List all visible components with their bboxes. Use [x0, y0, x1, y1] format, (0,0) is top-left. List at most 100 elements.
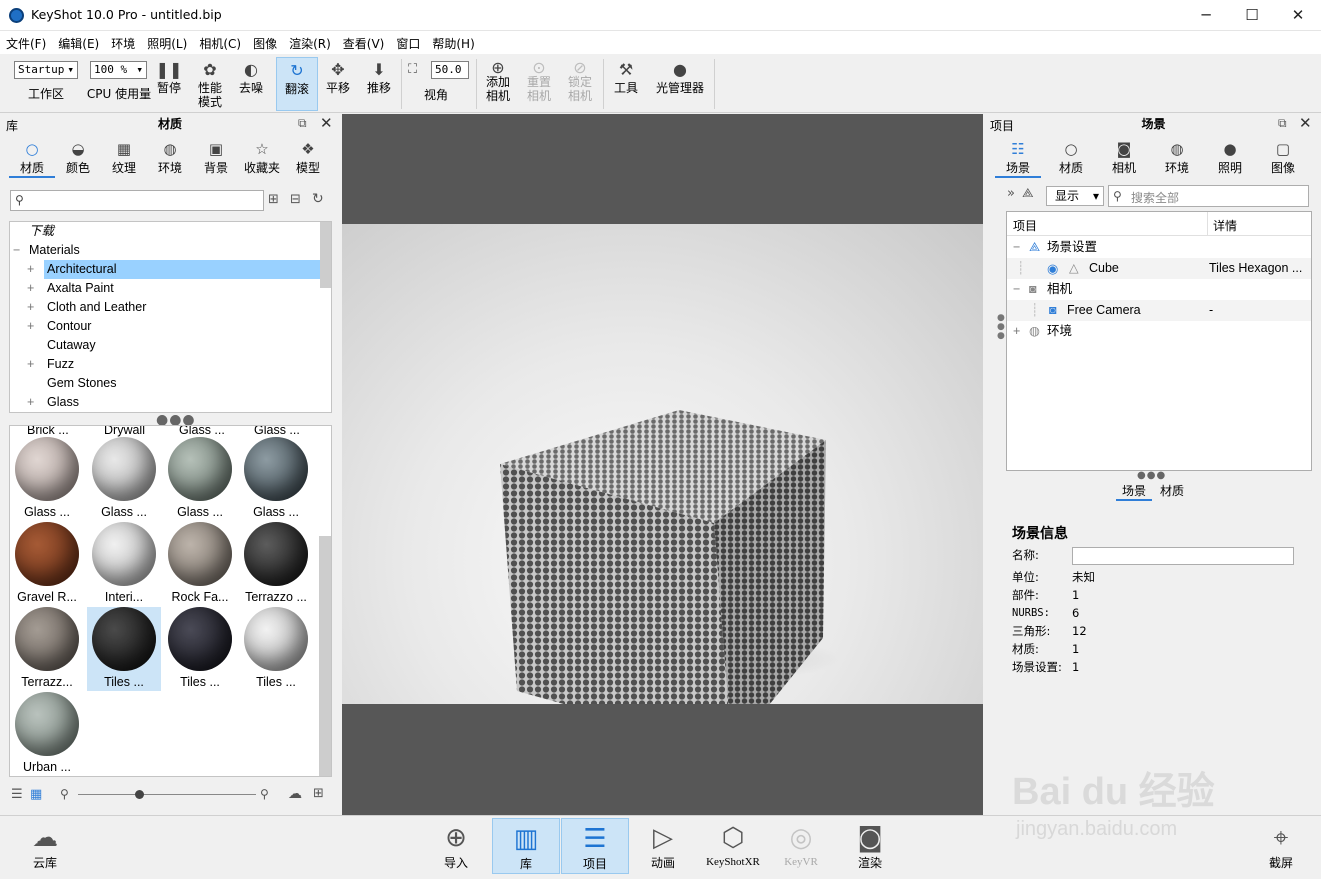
- material-thumb[interactable]: Terrazzo ...: [239, 522, 313, 606]
- tab-textures[interactable]: ▦ 纹理: [101, 136, 147, 176]
- material-thumb[interactable]: Tiles ...: [163, 607, 237, 691]
- menu-view[interactable]: 查看(V): [337, 31, 391, 52]
- library-button[interactable]: ▥ 库: [492, 818, 560, 874]
- material-thumb-selected[interactable]: Tiles ...: [87, 607, 161, 691]
- tree-row-cube[interactable]: ┊ ◉ △ Cube Tiles Hexagon ...: [1007, 258, 1311, 279]
- tab-models[interactable]: ❖ 模型: [285, 136, 331, 176]
- show-select[interactable]: 显示 ▾: [1046, 186, 1104, 206]
- tools-button[interactable]: ⚒ 工具: [610, 55, 642, 113]
- tumble-button[interactable]: ↻ 翻滚: [276, 57, 318, 111]
- float-panel-icon[interactable]: ⧉: [1278, 116, 1287, 131]
- upload-icon[interactable]: ☁: [288, 786, 302, 802]
- reset-camera-button[interactable]: ⊙ 重置 相机: [523, 55, 555, 113]
- dolly-button[interactable]: ⬇ 推移: [362, 55, 396, 113]
- minimize-button[interactable]: ─: [1183, 0, 1229, 31]
- splitter-handle[interactable]: ●●●: [1137, 470, 1166, 481]
- close-panel-icon[interactable]: ✕: [1299, 114, 1312, 132]
- maximize-button[interactable]: ☐: [1229, 0, 1275, 31]
- cloud-library-button[interactable]: ☁ 云库: [12, 818, 78, 874]
- tree-item-fuzz[interactable]: + Fuzz: [10, 355, 320, 374]
- tree-item-cutaway[interactable]: Cutaway: [10, 336, 320, 355]
- tree-scrollbar[interactable]: [320, 222, 331, 288]
- close-button[interactable]: ✕: [1275, 0, 1321, 31]
- performance-mode-button[interactable]: ✿ 性能 模式: [191, 55, 229, 113]
- workspace-select[interactable]: Startup ▾: [14, 61, 78, 79]
- menu-help[interactable]: 帮助(H): [426, 31, 480, 52]
- pan-button[interactable]: ✥ 平移: [322, 55, 354, 113]
- lock-camera-button[interactable]: ⊘ 锁定 相机: [564, 55, 596, 113]
- tree-item-downloads[interactable]: 下载: [10, 222, 320, 241]
- library-search-input[interactable]: ⚲: [10, 190, 264, 211]
- float-panel-icon[interactable]: ⧉: [298, 116, 307, 131]
- tab-backplates[interactable]: ▣ 背景: [193, 136, 239, 176]
- tree-row-scene-settings[interactable]: − ⟁ 场景设置: [1007, 237, 1311, 258]
- tab-project-image[interactable]: ▢ 图像: [1260, 136, 1306, 176]
- tree-item-axalta-paint[interactable]: + Axalta Paint: [10, 279, 320, 298]
- add-camera-button[interactable]: ⊕ 添加 相机: [482, 55, 514, 113]
- import-button[interactable]: ⊕ 导入: [423, 818, 489, 874]
- zoom-in-icon[interactable]: ⚲: [260, 787, 269, 801]
- denoise-button[interactable]: ◐ 去噪: [234, 55, 268, 113]
- material-thumb[interactable]: Terrazz...: [10, 607, 84, 691]
- tab-scene[interactable]: ☷ 场景: [995, 136, 1041, 178]
- scene-search-input[interactable]: ⚲ 搜索全部: [1108, 185, 1309, 207]
- tree-item-glass[interactable]: + Glass: [10, 393, 320, 412]
- tree-item-gem-stones[interactable]: Gem Stones: [10, 374, 320, 393]
- refresh-icon[interactable]: ↻: [312, 191, 324, 207]
- material-thumb[interactable]: Glass ...: [10, 437, 84, 521]
- close-panel-icon[interactable]: ✕: [320, 114, 333, 132]
- folder-icon[interactable]: ⊟: [290, 192, 301, 207]
- tree-item-materials[interactable]: − Materials: [10, 241, 320, 260]
- tab-project-environment[interactable]: ◍ 环境: [1154, 136, 1200, 176]
- light-manager-button[interactable]: ● 光管理器: [652, 55, 708, 113]
- side-splitter-handle[interactable]: ● ● ●: [997, 314, 1005, 341]
- tab-environments[interactable]: ◍ 环境: [147, 136, 193, 176]
- column-header-item[interactable]: 项目: [1013, 217, 1037, 234]
- expand-arrows-icon[interactable]: »: [1007, 186, 1015, 201]
- import-folder-icon[interactable]: ⊞: [313, 786, 324, 801]
- menu-image[interactable]: 图像: [247, 31, 283, 52]
- menu-file[interactable]: 文件(F): [0, 31, 52, 52]
- material-thumb[interactable]: Gravel R...: [10, 522, 84, 606]
- project-button[interactable]: ☰ 项目: [561, 818, 629, 874]
- material-thumb[interactable]: Glass ...: [87, 437, 161, 521]
- material-thumb[interactable]: Glass ...: [239, 437, 313, 521]
- tree-row-cameras[interactable]: − ◙ 相机: [1007, 279, 1311, 300]
- tree-item-contour[interactable]: + Contour: [10, 317, 320, 336]
- tab-project-camera[interactable]: ◙ 相机: [1101, 136, 1147, 176]
- slider-handle[interactable]: [135, 790, 144, 799]
- scene-name-input[interactable]: [1072, 547, 1294, 565]
- tab-colors[interactable]: ◒ 颜色: [55, 136, 101, 176]
- material-thumb[interactable]: Interi...: [87, 522, 161, 606]
- menu-environment[interactable]: 环境: [105, 31, 141, 52]
- screenshot-button[interactable]: ⌖ 截屏: [1248, 818, 1314, 874]
- tree-item-architectural[interactable]: + Architectural: [10, 260, 320, 279]
- menu-lighting[interactable]: 照明(L): [141, 31, 193, 52]
- scene-filter-icon[interactable]: ⟁: [1022, 186, 1034, 201]
- material-thumb[interactable]: Glass ...: [163, 437, 237, 521]
- menu-window[interactable]: 窗口: [390, 31, 426, 52]
- tab-project-lighting[interactable]: ● 照明: [1207, 136, 1253, 176]
- menu-render[interactable]: 渲染(R): [283, 31, 337, 52]
- menu-edit[interactable]: 编辑(E): [52, 31, 105, 52]
- fov-input[interactable]: 50.0: [431, 61, 469, 79]
- render-viewport[interactable]: [342, 114, 983, 815]
- material-thumb[interactable]: Rock Fa...: [163, 522, 237, 606]
- column-header-detail[interactable]: 详情: [1213, 217, 1237, 234]
- subtab-scene[interactable]: 场景: [1116, 482, 1152, 501]
- thumbnail-size-slider[interactable]: [78, 794, 256, 795]
- add-folder-icon[interactable]: ⊞: [268, 192, 279, 207]
- menu-camera[interactable]: 相机(C): [193, 31, 247, 52]
- subtab-materials[interactable]: 材质: [1154, 482, 1190, 499]
- material-thumb[interactable]: Tiles ...: [239, 607, 313, 691]
- material-thumb[interactable]: Urban ...: [10, 692, 84, 776]
- pause-button[interactable]: ❚❚ 暂停: [154, 55, 184, 113]
- tab-project-materials[interactable]: ○ 材质: [1048, 136, 1094, 176]
- cpu-select[interactable]: 100 % ▾: [90, 61, 147, 79]
- zoom-out-icon[interactable]: ⚲: [60, 787, 69, 801]
- thumbnails-scrollbar[interactable]: [319, 536, 331, 776]
- keyshotxr-button[interactable]: ⬡ KeyShotXR: [700, 818, 766, 874]
- tab-favorites[interactable]: ☆ 收藏夹: [239, 136, 285, 176]
- tree-row-environment[interactable]: + ◍ 环境: [1007, 321, 1311, 342]
- keyvr-button[interactable]: ◎ KeyVR: [768, 818, 834, 874]
